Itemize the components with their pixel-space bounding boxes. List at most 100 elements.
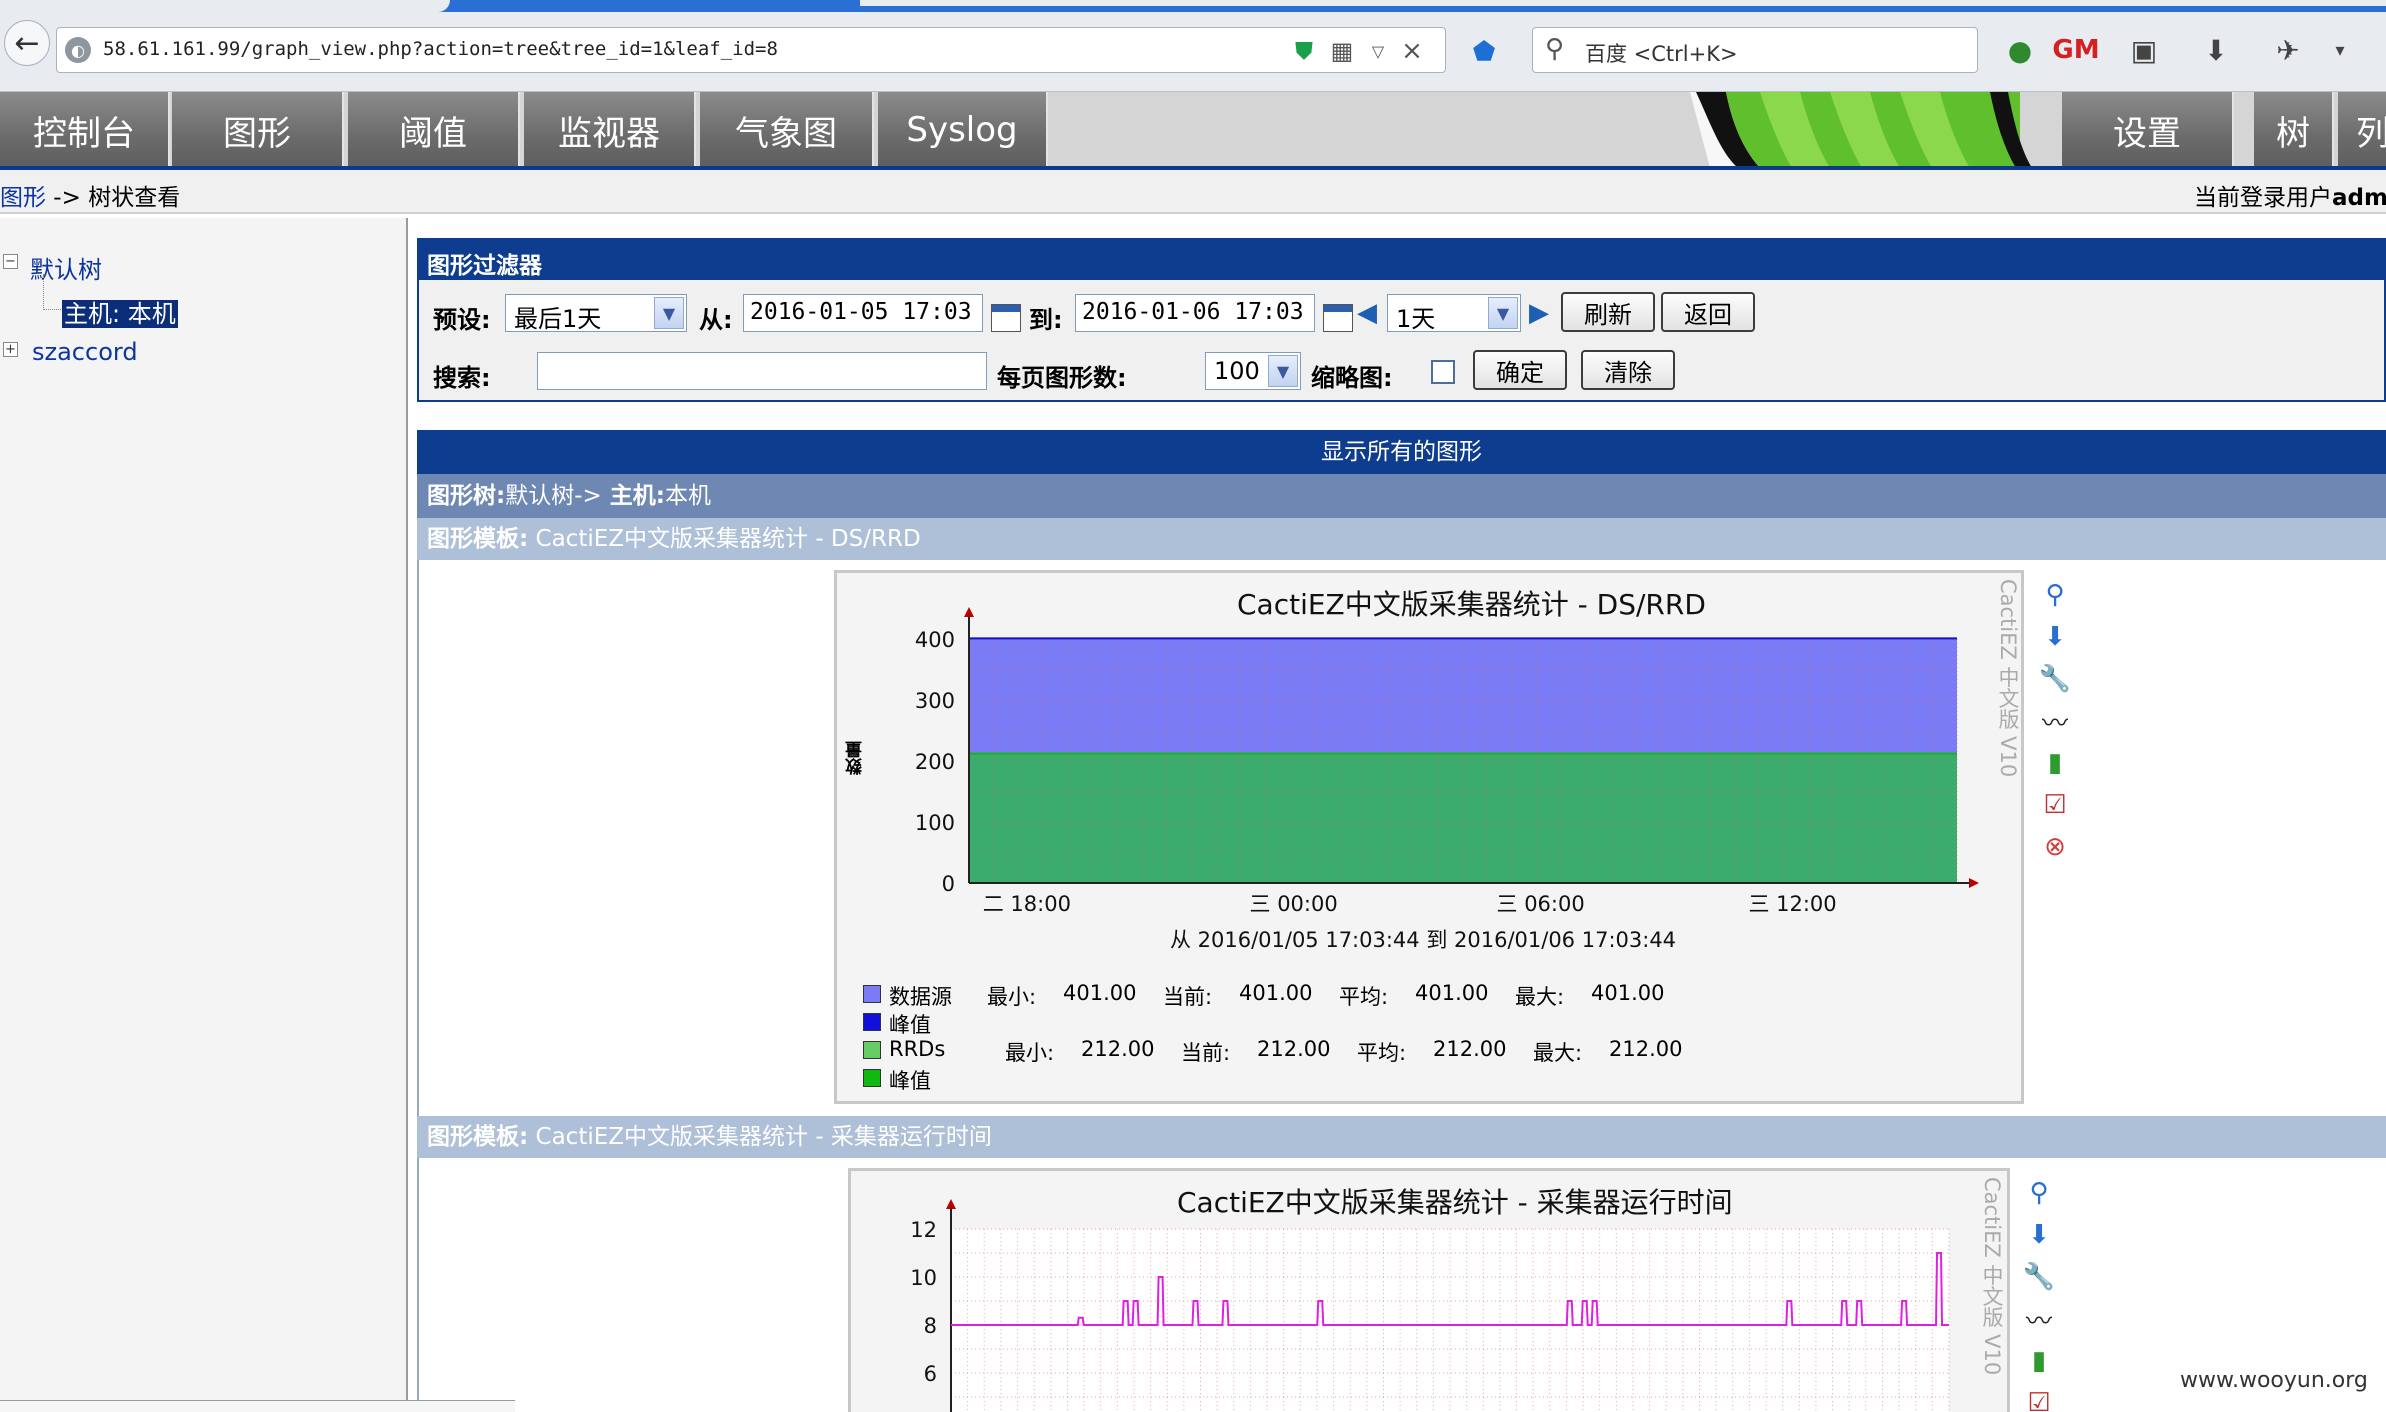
- chevron-down-icon: ▼: [1268, 355, 1298, 387]
- green-orb-icon[interactable]: ●: [2000, 30, 2040, 70]
- legend-stat-value: 212.00: [1257, 1037, 1331, 1061]
- calendar-icon[interactable]: [1323, 304, 1353, 332]
- from-date-input[interactable]: 2016-01-05 17:03: [743, 294, 983, 332]
- host-info-value: 本机: [665, 483, 711, 509]
- menu-dropdown-icon[interactable]: ▾: [2320, 30, 2360, 70]
- wrench-icon[interactable]: 🔧: [2038, 662, 2072, 696]
- graph-search-input[interactable]: [537, 352, 987, 390]
- preset-value: 最后1天: [514, 305, 602, 333]
- gm-icon[interactable]: GM: [2052, 30, 2099, 70]
- to-date-input[interactable]: 2016-01-06 17:03: [1075, 294, 1315, 332]
- x-tick-label: 二 18:00: [983, 892, 1071, 916]
- url-text[interactable]: 58.61.161.99/graph_view.php?action=tree&…: [103, 38, 778, 60]
- to-label: 到:: [1029, 306, 1063, 334]
- search-input[interactable]: 百度 <Ctrl+K>: [1585, 38, 1738, 68]
- y-tick-label: 0: [942, 872, 955, 896]
- close-icon[interactable]: ×: [1397, 36, 1427, 66]
- login-user[interactable]: adm: [2332, 185, 2386, 211]
- bar-chart-icon[interactable]: ▮: [2022, 1344, 2056, 1378]
- tree-info-bar: 图形树:默认树-> 主机:本机: [417, 474, 2386, 518]
- shift-right-icon[interactable]: ▶: [1529, 298, 1549, 328]
- download-icon[interactable]: ⬇: [2038, 620, 2072, 654]
- legend-stat-label: 最小:: [987, 985, 1037, 1009]
- clear-button[interactable]: 清除: [1581, 350, 1675, 390]
- from-label: 从:: [699, 306, 733, 334]
- preset-select[interactable]: 最后1天 ▼: [505, 294, 687, 333]
- calendar-icon[interactable]: [991, 304, 1021, 332]
- refresh-button[interactable]: 刷新: [1561, 292, 1655, 332]
- y-tick-label: 400: [915, 628, 955, 652]
- tab-list-view[interactable]: 列: [2338, 92, 2386, 168]
- per-page-select[interactable]: 100 ▼: [1205, 352, 1301, 390]
- legend-stat-label: 平均:: [1339, 985, 1389, 1009]
- shift-left-icon[interactable]: ◀: [1357, 298, 1377, 328]
- timespan-select[interactable]: 1天 ▼: [1387, 294, 1521, 333]
- y-tick-label: 100: [915, 811, 955, 835]
- plot-area: [951, 1229, 1949, 1412]
- tree-node-host[interactable]: 主机: 本机: [62, 294, 178, 329]
- back-button-filter[interactable]: 返回: [1661, 292, 1755, 332]
- legend-series-name: RRDs: [889, 1037, 946, 1061]
- tab-graphs[interactable]: 图形: [172, 92, 344, 168]
- tree-node-default[interactable]: 默认树: [30, 250, 102, 285]
- wrench-icon[interactable]: 🔧: [2022, 1260, 2056, 1294]
- graph-image-poller-runtime[interactable]: CactiEZ中文版采集器统计 - 采集器运行时间 CactiEZ 中文版 V1…: [848, 1168, 2010, 1412]
- tab-monitor[interactable]: 监视器: [524, 92, 696, 168]
- report-icon[interactable]: ☑: [2022, 1386, 2056, 1412]
- dropdown-icon[interactable]: ▽: [1363, 36, 1393, 66]
- bar-chart-icon[interactable]: ▮: [2038, 746, 2072, 780]
- graphs-header: 显示所有的图形: [417, 430, 2386, 474]
- graph-line-icon[interactable]: 〰: [2038, 704, 2072, 739]
- legend-stat-value: 212.00: [1081, 1037, 1155, 1061]
- collapse-icon[interactable]: −: [3, 254, 18, 269]
- zoom-icon[interactable]: ⚲: [2038, 578, 2072, 612]
- zoom-icon[interactable]: ⚲: [2022, 1176, 2056, 1210]
- extension-icon[interactable]: ⬟: [1466, 34, 1502, 70]
- tree-node-szaccord[interactable]: szaccord: [32, 338, 138, 366]
- chart-svg: 400 300 200 100 0 二 18:00 三 00:00 三 06:00 三 12:0…: [915, 607, 1979, 952]
- status-strip: [0, 1400, 515, 1412]
- legend-stat-label: 平均:: [1357, 1041, 1407, 1065]
- tab-settings[interactable]: 设置: [2062, 92, 2234, 168]
- graph-line-icon[interactable]: 〰: [2022, 1302, 2056, 1337]
- tab-weathermap[interactable]: 气象图: [700, 92, 874, 168]
- plugin-icon[interactable]: ✈: [2268, 30, 2308, 70]
- tab-console[interactable]: 控制台: [0, 92, 170, 168]
- ok-button[interactable]: 确定: [1473, 350, 1567, 390]
- report-icon[interactable]: ☑: [2038, 788, 2072, 822]
- x-tick-label: 三 00:00: [1250, 892, 1338, 916]
- legend-swatch: [863, 985, 881, 1003]
- tree-node-selected-label[interactable]: 主机: 本机: [62, 300, 178, 328]
- y-tick-label: 12: [910, 1218, 937, 1242]
- template-name: CactiEZ中文版采集器统计 - 采集器运行时间: [535, 1124, 992, 1150]
- breadcrumb-bar: 图形 -> 树状查看 当前登录用户adm: [0, 170, 2386, 214]
- legend-series-name: 数据源: [889, 985, 952, 1009]
- thumbnail-checkbox[interactable]: [1431, 360, 1455, 384]
- search-box[interactable]: ⚲ 百度 <Ctrl+K>: [1532, 27, 1978, 73]
- y-tick-label: 6: [924, 1362, 937, 1386]
- download-arrow-icon[interactable]: ⬇: [2196, 30, 2236, 70]
- graph-image-ds-rrd[interactable]: CactiEZ中文版采集器统计 - DS/RRD CactiEZ 中文版 V10…: [834, 570, 2024, 1104]
- brand-logo: [1690, 92, 2060, 168]
- tab-thresholds[interactable]: 阈值: [348, 92, 520, 168]
- per-page-value: 100: [1214, 357, 1260, 385]
- tree-pane: − 默认树 主机: 本机 + szaccord: [0, 218, 408, 1412]
- delete-icon[interactable]: ⊗: [2038, 830, 2072, 864]
- breadcrumb-link-graphs[interactable]: 图形: [0, 185, 46, 211]
- x-tick-label: 三 12:00: [1748, 892, 1836, 916]
- tab-tree-view[interactable]: 树: [2254, 92, 2334, 168]
- login-label: 当前登录用户: [2194, 185, 2332, 211]
- tree-info-value: 默认树->: [505, 483, 602, 509]
- address-bar[interactable]: ◐ 58.61.161.99/graph_view.php?action=tre…: [56, 27, 1446, 73]
- download-icon[interactable]: ⬇: [2022, 1218, 2056, 1252]
- back-button[interactable]: ←: [4, 20, 50, 66]
- reader-icon[interactable]: ▣: [2124, 30, 2164, 70]
- expand-icon[interactable]: +: [3, 342, 18, 357]
- shield-icon[interactable]: ⛊: [1289, 36, 1319, 66]
- legend-series-name: 峰值: [889, 1013, 931, 1037]
- qr-code-icon[interactable]: ▦: [1327, 36, 1357, 66]
- browser-toolbar: ← ◐ 58.61.161.99/graph_view.php?action=t…: [0, 0, 2386, 92]
- y-tick-label: 8: [924, 1314, 937, 1338]
- tab-syslog[interactable]: Syslog: [878, 92, 1048, 168]
- browser-tab-active[interactable]: [0, 0, 450, 12]
